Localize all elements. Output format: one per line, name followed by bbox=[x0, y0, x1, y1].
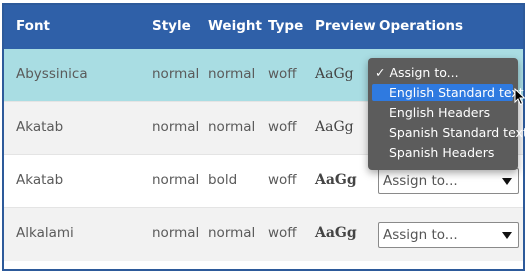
col-header-style: Style bbox=[152, 18, 191, 34]
col-header-operations: Operations bbox=[379, 18, 464, 34]
col-header-weight: Weight bbox=[208, 18, 262, 34]
font-type: woff bbox=[268, 119, 297, 135]
assign-select[interactable]: Assign to... bbox=[378, 222, 519, 248]
triangle-down-icon bbox=[502, 178, 512, 185]
font-style: normal bbox=[152, 119, 200, 135]
font-type: woff bbox=[268, 66, 297, 82]
font-preview: AaGg bbox=[315, 225, 357, 241]
font-name: Abyssinica bbox=[16, 66, 88, 82]
triangle-down-icon bbox=[502, 232, 512, 239]
font-name: Akatab bbox=[16, 172, 64, 188]
menu-item-label: ✓ Assign to... bbox=[375, 65, 459, 80]
font-style: normal bbox=[152, 172, 200, 188]
menu-item-label: English Standard text bbox=[389, 85, 524, 100]
table-header: Font Style Weight Type Preview Operation… bbox=[4, 5, 523, 49]
col-header-font: Font bbox=[16, 18, 51, 34]
font-weight: bold bbox=[208, 172, 238, 188]
font-type: woff bbox=[268, 172, 297, 188]
table-row[interactable]: Alkalami normal normal woff AaGg Assign … bbox=[4, 208, 523, 261]
font-style: normal bbox=[152, 66, 200, 82]
menu-item-spanish-standard-text[interactable]: Spanish Standard text bbox=[372, 124, 528, 141]
font-weight: normal bbox=[208, 66, 256, 82]
font-name: Akatab bbox=[16, 119, 64, 135]
font-style: normal bbox=[152, 225, 200, 241]
menu-item-spanish-headers[interactable]: Spanish Headers bbox=[372, 144, 513, 161]
menu-item-label: English Headers bbox=[389, 105, 491, 120]
font-weight: normal bbox=[208, 119, 256, 135]
menu-item-english-headers[interactable]: English Headers bbox=[372, 104, 513, 121]
font-preview: AaGg bbox=[315, 66, 354, 82]
font-name: Alkalami bbox=[16, 225, 74, 241]
assign-select-value: Assign to... bbox=[383, 227, 458, 243]
arrow-cursor-icon bbox=[514, 88, 526, 106]
assign-select[interactable]: Assign to... bbox=[378, 168, 519, 194]
font-type: woff bbox=[268, 225, 297, 241]
menu-item-label: Spanish Headers bbox=[389, 145, 495, 160]
font-preview: AaGg bbox=[315, 119, 354, 135]
font-weight: normal bbox=[208, 225, 256, 241]
font-preview: AaGg bbox=[315, 172, 357, 188]
col-header-preview: Preview bbox=[315, 18, 376, 34]
assign-dropdown-menu: ✓ Assign to... English Standard text Eng… bbox=[368, 58, 528, 170]
menu-item-english-standard-text[interactable]: English Standard text bbox=[372, 84, 524, 101]
col-header-type: Type bbox=[268, 18, 304, 34]
assign-select-value: Assign to... bbox=[383, 173, 458, 189]
menu-item-label: Spanish Standard text bbox=[389, 125, 528, 140]
menu-item-assign-to[interactable]: ✓ Assign to... bbox=[372, 64, 513, 81]
